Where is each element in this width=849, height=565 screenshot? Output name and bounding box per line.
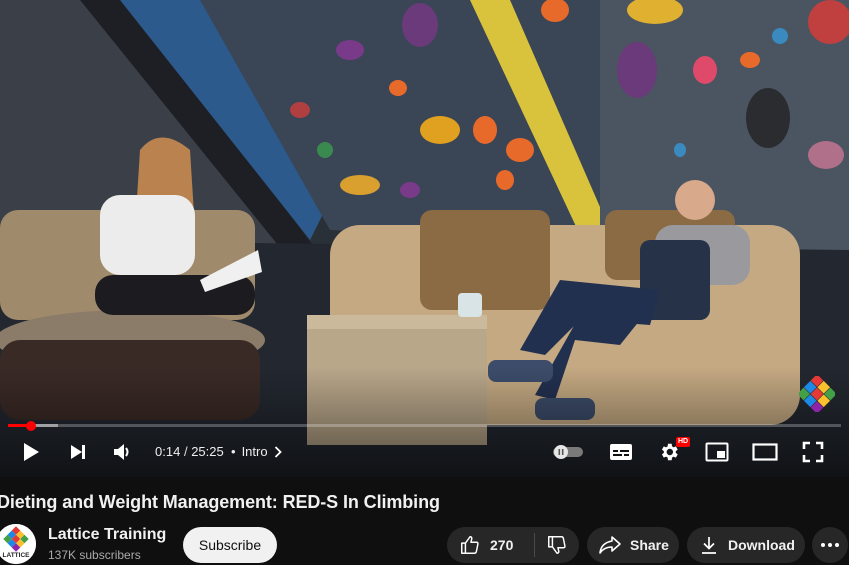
next-button[interactable] xyxy=(62,436,94,468)
lattice-logo-icon: LATTICE xyxy=(0,524,36,564)
channel-avatar[interactable]: LATTICE xyxy=(0,524,36,564)
download-label: Download xyxy=(728,537,795,553)
share-label: Share xyxy=(630,537,669,553)
theater-icon xyxy=(752,443,778,461)
time-display: 0:14 / 25:25 xyxy=(155,444,224,459)
autoplay-toggle[interactable] xyxy=(550,436,586,468)
fullscreen-button[interactable] xyxy=(798,436,828,468)
play-icon xyxy=(24,443,39,461)
dislike-button[interactable] xyxy=(535,527,579,563)
play-button[interactable] xyxy=(14,436,48,468)
like-count: 270 xyxy=(490,537,514,553)
time-separator: / xyxy=(183,444,188,459)
channel-name[interactable]: Lattice Training xyxy=(48,526,166,544)
channel-watermark-icon[interactable] xyxy=(799,376,835,412)
progress-scrubber[interactable] xyxy=(26,420,37,431)
more-actions-button[interactable] xyxy=(812,527,848,563)
current-time: 0:14 xyxy=(155,444,181,459)
subscribe-button[interactable]: Subscribe xyxy=(183,527,277,563)
captions-icon xyxy=(610,444,632,460)
fullscreen-icon xyxy=(802,441,824,463)
chapter-button[interactable]: • Intro xyxy=(231,444,282,459)
theater-button[interactable] xyxy=(750,436,780,468)
download-button[interactable]: Download xyxy=(687,527,805,563)
share-button[interactable]: Share xyxy=(587,527,679,563)
volume-button[interactable] xyxy=(108,436,138,468)
like-button[interactable]: 270 xyxy=(447,527,534,563)
more-dots-icon xyxy=(821,543,839,547)
thumbs-up-icon xyxy=(461,536,479,554)
chevron-right-icon xyxy=(274,445,282,458)
like-dislike-group: 270 xyxy=(447,527,579,563)
thumbs-down-icon xyxy=(548,536,566,554)
autoplay-toggle-icon xyxy=(553,445,583,459)
next-icon xyxy=(71,445,85,459)
share-icon xyxy=(599,536,621,554)
video-title: Dieting and Weight Management: RED-S In … xyxy=(0,492,440,512)
download-icon xyxy=(702,537,716,554)
hd-badge: HD xyxy=(676,437,691,447)
progress-bar[interactable] xyxy=(8,420,841,431)
avatar-text: LATTICE xyxy=(3,552,31,559)
volume-icon xyxy=(114,444,129,460)
subscriber-count: 137K subscribers xyxy=(48,548,141,562)
miniplayer-icon xyxy=(705,442,729,462)
video-player[interactable]: 0:14 / 25:25 • Intro HD xyxy=(0,0,849,477)
captions-button[interactable] xyxy=(606,436,636,468)
player-controls: 0:14 / 25:25 • Intro HD xyxy=(0,432,849,472)
miniplayer-button[interactable] xyxy=(702,436,732,468)
duration: 25:25 xyxy=(191,444,224,459)
chapter-title: Intro xyxy=(241,444,268,459)
chapter-bullet: • xyxy=(231,444,236,459)
